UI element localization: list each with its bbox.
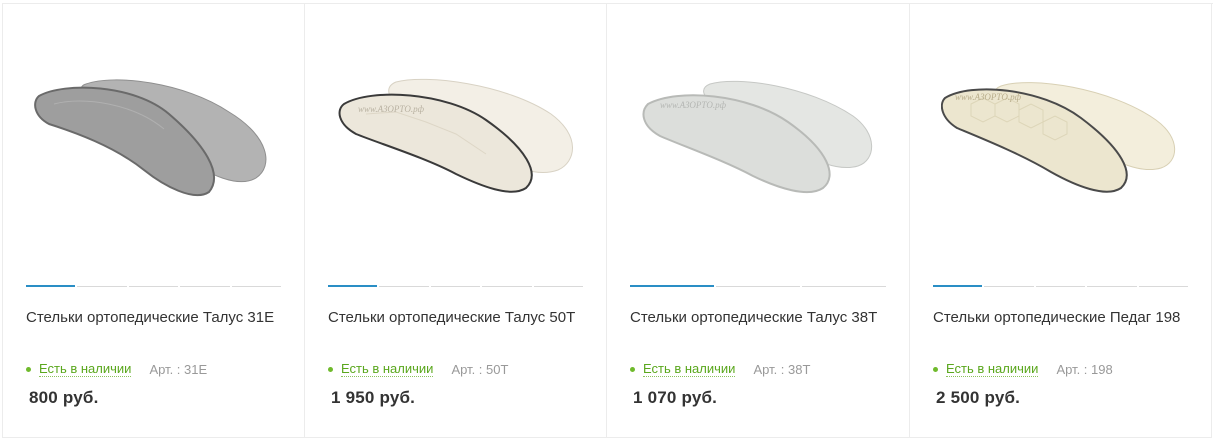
stock-status[interactable]: Есть в наличии bbox=[643, 361, 736, 377]
product-title-link[interactable]: Стельки ортопедические Талус 31Е bbox=[26, 305, 284, 330]
gallery-segment[interactable] bbox=[630, 285, 714, 287]
article-number: Арт. : 198 bbox=[1056, 361, 1113, 377]
in-stock-dot-icon bbox=[630, 366, 635, 372]
in-stock-dot-icon bbox=[26, 366, 31, 372]
gallery-segment[interactable] bbox=[1035, 286, 1086, 287]
product-meta: Есть в наличии Арт. : 38T bbox=[630, 360, 810, 378]
product-price: 2 500 руб. bbox=[936, 388, 1021, 407]
product-price: 800 руб. bbox=[29, 388, 99, 407]
gallery-segment[interactable] bbox=[328, 285, 378, 287]
article-number: Арт. : 31E bbox=[149, 361, 208, 377]
gallery-segment[interactable] bbox=[984, 286, 1034, 287]
gallery-segment[interactable] bbox=[231, 286, 282, 287]
gallery-indicator[interactable] bbox=[26, 285, 282, 287]
gallery-segment[interactable] bbox=[482, 286, 532, 287]
in-stock-dot-icon bbox=[328, 366, 333, 372]
insole-image: www.АЗОРТО.рф bbox=[338, 78, 573, 193]
product-meta: Есть в наличии Арт. : 198 bbox=[933, 360, 1113, 378]
watermark: www.АЗОРТО.рф bbox=[660, 100, 727, 110]
article-number: Арт. : 38T bbox=[753, 361, 811, 377]
gallery-segment[interactable] bbox=[1087, 286, 1137, 287]
product-card[interactable]: www.АЗОРТО.рф Стельки ортопедические Пед… bbox=[910, 4, 1212, 438]
product-price: 1 950 руб. bbox=[331, 388, 416, 407]
in-stock-dot-icon bbox=[933, 366, 938, 372]
insole-image: www.АЗОРТО.рф bbox=[940, 82, 1175, 193]
product-meta: Есть в наличии Арт. : 31E bbox=[26, 360, 207, 378]
gallery-indicator[interactable] bbox=[328, 285, 584, 287]
stock-status[interactable]: Есть в наличии bbox=[39, 361, 132, 377]
product-card[interactable]: www.АЗОРТО.рф Стельки ортопедические Тал… bbox=[607, 4, 910, 438]
product-image[interactable] bbox=[3, 4, 304, 274]
gallery-segment[interactable] bbox=[26, 285, 76, 287]
product-title-link[interactable]: Стельки ортопедические Талус 50Т bbox=[328, 305, 586, 330]
product-price: 1 070 руб. bbox=[633, 388, 718, 407]
product-card[interactable]: www.АЗОРТО.рф Стельки ортопедические Тал… bbox=[305, 4, 607, 438]
gallery-segment[interactable] bbox=[379, 286, 429, 287]
product-card[interactable]: Стельки ортопедические Талус 31Е Есть в … bbox=[3, 4, 305, 438]
gallery-segment[interactable] bbox=[933, 285, 983, 287]
gallery-segment[interactable] bbox=[180, 286, 230, 287]
gallery-segment[interactable] bbox=[533, 286, 584, 287]
watermark: www.АЗОРТО.рф bbox=[358, 104, 425, 114]
product-title-link[interactable]: Стельки ортопедические Педаг 198 bbox=[933, 305, 1191, 330]
product-image[interactable]: www.АЗОРТО.рф bbox=[305, 4, 606, 274]
stock-status[interactable]: Есть в наличии bbox=[341, 361, 434, 377]
gallery-indicator[interactable] bbox=[933, 285, 1189, 287]
product-title-link[interactable]: Стельки ортопедические Талус 38Т bbox=[630, 305, 889, 330]
gallery-segment[interactable] bbox=[802, 286, 886, 287]
gallery-segment[interactable] bbox=[77, 286, 127, 287]
product-grid: Стельки ортопедические Талус 31Е Есть в … bbox=[2, 3, 1213, 438]
gallery-segment[interactable] bbox=[430, 286, 481, 287]
gallery-segment[interactable] bbox=[716, 286, 800, 287]
insole-image: www.АЗОРТО.рф bbox=[642, 80, 873, 193]
watermark: www.АЗОРТО.рф bbox=[955, 92, 1022, 102]
product-meta: Есть в наличии Арт. : 50T bbox=[328, 360, 508, 378]
article-number: Арт. : 50T bbox=[451, 361, 509, 377]
product-image[interactable]: www.АЗОРТО.рф bbox=[607, 4, 909, 274]
gallery-indicator[interactable] bbox=[630, 285, 886, 287]
gallery-segment[interactable] bbox=[128, 286, 179, 287]
product-image[interactable]: www.АЗОРТО.рф bbox=[910, 4, 1211, 274]
insole-image bbox=[33, 79, 266, 197]
gallery-segment[interactable] bbox=[1138, 286, 1189, 287]
stock-status[interactable]: Есть в наличии bbox=[946, 361, 1039, 377]
